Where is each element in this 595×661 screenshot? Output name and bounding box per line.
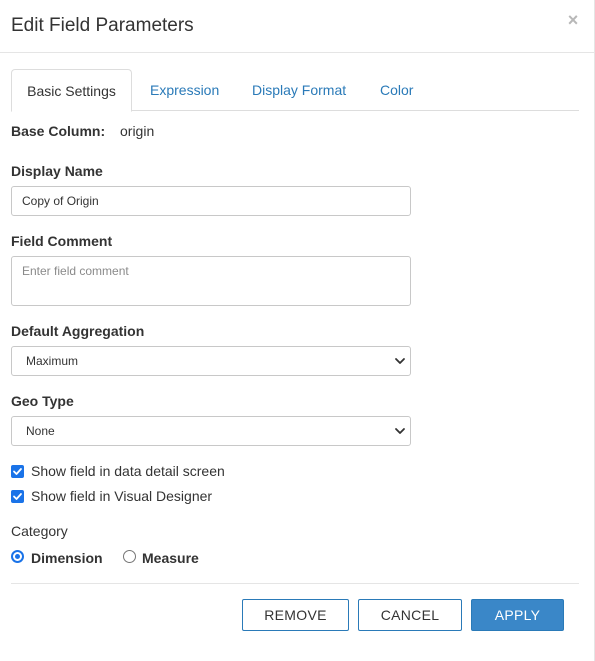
base-column-value: origin — [120, 123, 155, 139]
show-data-detail-checkbox[interactable] — [11, 465, 24, 478]
default-aggregation-value: Maximum — [26, 354, 79, 368]
tab-basic-settings[interactable]: Basic Settings — [11, 69, 132, 112]
checkmark-icon — [13, 468, 22, 475]
field-comment-label: Field Comment — [11, 233, 113, 249]
dialog-header: Edit Field Parameters × — [0, 0, 595, 53]
apply-button[interactable]: APPLY — [471, 599, 564, 631]
show-visual-designer-checkbox[interactable] — [11, 490, 24, 503]
tab-color[interactable]: Color — [380, 69, 413, 111]
display-name-input[interactable]: Copy of Origin — [11, 186, 411, 216]
dimension-label: Dimension — [31, 550, 103, 566]
display-name-label: Display Name — [11, 163, 103, 179]
chevron-down-icon — [395, 428, 405, 434]
measure-radio[interactable] — [123, 550, 136, 563]
geo-type-select[interactable]: None — [11, 416, 411, 446]
close-icon[interactable]: × — [565, 10, 581, 30]
chevron-down-icon — [395, 358, 405, 364]
tab-bar: Basic Settings Expression Display Format… — [11, 69, 579, 112]
base-column-label: Base Column: — [11, 123, 106, 139]
field-comment-textarea[interactable]: Enter field comment — [11, 256, 411, 306]
show-visual-designer-label: Show field in Visual Designer — [31, 488, 213, 504]
measure-label: Measure — [142, 550, 199, 566]
footer-divider — [11, 583, 579, 584]
default-aggregation-select[interactable]: Maximum — [11, 346, 411, 376]
default-aggregation-label: Default Aggregation — [11, 323, 145, 339]
geo-type-label: Geo Type — [11, 393, 74, 409]
tab-expression[interactable]: Expression — [150, 69, 219, 111]
tab-display-format[interactable]: Display Format — [252, 69, 346, 111]
cancel-button[interactable]: CANCEL — [358, 599, 462, 631]
edit-field-dialog: Edit Field Parameters × Basic Settings E… — [0, 0, 595, 661]
category-label: Category — [11, 523, 68, 539]
remove-button[interactable]: REMOVE — [242, 599, 349, 631]
checkmark-icon — [13, 493, 22, 500]
dimension-radio[interactable] — [11, 550, 24, 563]
dialog-title: Edit Field Parameters — [11, 15, 194, 36]
geo-type-value: None — [26, 424, 55, 438]
show-data-detail-label: Show field in data detail screen — [31, 463, 225, 479]
